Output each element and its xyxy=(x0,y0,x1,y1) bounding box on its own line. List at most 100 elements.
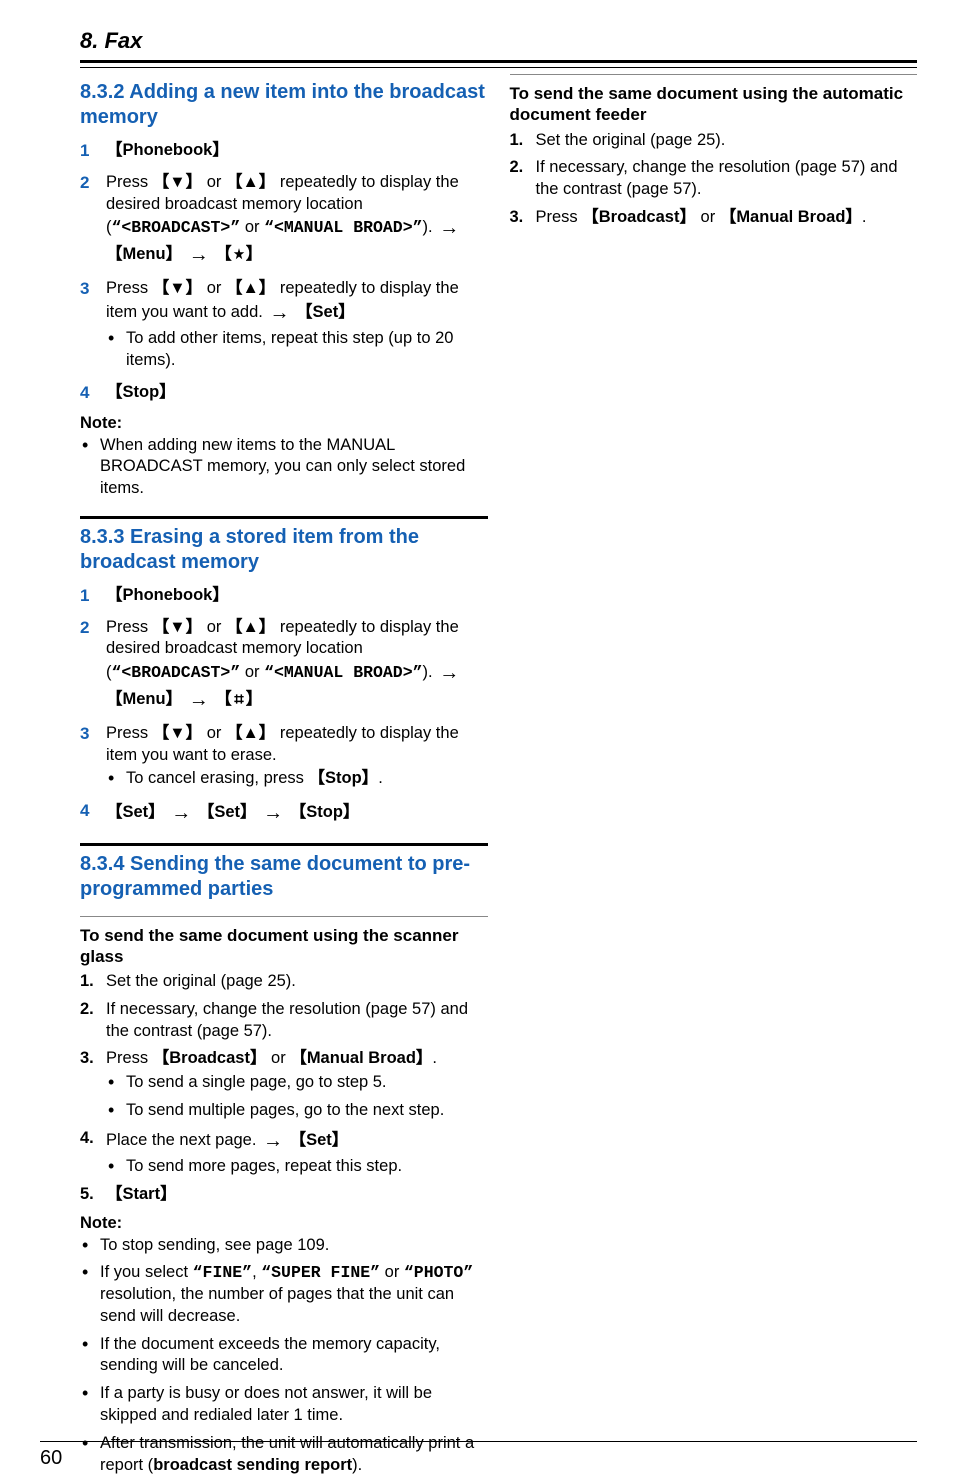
step: 2.If necessary, change the resolution (p… xyxy=(510,157,918,201)
key-hash: 【】 xyxy=(215,690,262,708)
step: 2.If necessary, change the resolution (p… xyxy=(80,999,488,1043)
note-label: Note: xyxy=(80,1214,488,1233)
text: If the document exceeds the memory capac… xyxy=(100,1335,440,1375)
text: or xyxy=(240,663,264,681)
text: Press xyxy=(106,1049,153,1067)
key-set: 【Set】 xyxy=(198,803,257,821)
step-number: 4 xyxy=(80,382,89,404)
text: To stop sending, see page 109. xyxy=(100,1236,329,1254)
text: ). xyxy=(423,218,438,236)
key-broadcast: 【Broadcast】 xyxy=(153,1049,267,1067)
text: To add other items, repeat this step (up… xyxy=(126,329,453,369)
text: If necessary, change the resolution (pag… xyxy=(106,1000,468,1040)
key-broadcast: 【Broadcast】 xyxy=(582,208,696,226)
arrow-icon: → xyxy=(169,802,193,824)
note-list: When adding new items to the MANUAL BROA… xyxy=(80,435,488,500)
step: 3. Press 【Broadcast】 or 【Manual Broad】. … xyxy=(80,1048,488,1121)
section-rule xyxy=(80,516,488,519)
header-rule-thick xyxy=(80,60,917,63)
step: 4 【Set】 → 【Set】 → 【Stop】 xyxy=(80,800,488,826)
subsection-title: To send the same document using the auto… xyxy=(510,83,918,126)
text: Press xyxy=(536,208,583,226)
text: Press xyxy=(106,279,153,297)
note-label: Note: xyxy=(80,414,488,433)
step-number: 1. xyxy=(510,130,524,152)
arrow-icon: → xyxy=(187,244,211,266)
step-number: 3 xyxy=(80,723,89,745)
text: . xyxy=(862,208,867,226)
scanner-steps: 1.Set the original (page 25). 2.If neces… xyxy=(80,971,488,1206)
substeps: To add other items, repeat this step (up… xyxy=(106,328,488,372)
step: 1 【Phonebook】 xyxy=(80,585,488,607)
code: “SUPER FINE” xyxy=(261,1263,380,1282)
step-number: 3 xyxy=(80,278,89,300)
right-column: To send the same document using the auto… xyxy=(510,74,918,1482)
key-up: 【▲】 xyxy=(226,724,275,742)
step: 1.Set the original (page 25). xyxy=(80,971,488,993)
footer-rule xyxy=(40,1441,917,1442)
key-manual-broad: 【Manual Broad】 xyxy=(290,1049,432,1067)
text: Press xyxy=(106,618,153,636)
substeps: To cancel erasing, press 【Stop】. xyxy=(106,768,488,790)
section-834-title: 8.3.4 Sending the same document to pre-p… xyxy=(80,852,488,902)
page-number: 60 xyxy=(40,1447,62,1470)
key-menu: 【Menu】 xyxy=(106,690,182,708)
key-menu: 【Menu】 xyxy=(106,245,182,263)
list-item: If you select “FINE”, “SUPER FINE” or “P… xyxy=(80,1262,488,1327)
key-set: 【Set】 xyxy=(290,1131,349,1149)
step-number: 4 xyxy=(80,800,89,822)
sub-rule xyxy=(510,74,918,75)
step: 3 Press 【▼】 or 【▲】 repeatedly to display… xyxy=(80,723,488,790)
list-item: After transmission, the unit will automa… xyxy=(80,1433,488,1477)
key-stop: 【Stop】 xyxy=(106,383,176,401)
list-item: To add other items, repeat this step (up… xyxy=(106,328,488,372)
key-up: 【▲】 xyxy=(226,279,275,297)
text: or xyxy=(380,1263,404,1281)
text: To send a single page, go to step 5. xyxy=(126,1073,387,1091)
text: ). xyxy=(352,1456,362,1474)
arrow-icon: → xyxy=(267,302,291,324)
text: or xyxy=(202,618,226,636)
key-set: 【Set】 xyxy=(106,803,165,821)
arrow-icon: → xyxy=(261,1130,285,1152)
text: or xyxy=(240,218,264,236)
key-down: 【▼】 xyxy=(153,618,202,636)
text: or xyxy=(202,279,226,297)
code: “<MANUAL BROAD>” xyxy=(264,218,422,237)
list-item: To send multiple pages, go to the next s… xyxy=(106,1100,488,1122)
step: 5.【Start】 xyxy=(80,1184,488,1206)
key-stop: 【Stop】 xyxy=(309,769,379,787)
key-stop: 【Stop】 xyxy=(290,803,360,821)
step-number: 1. xyxy=(80,971,94,993)
code: “<BROADCAST>” xyxy=(112,663,241,682)
chapter-title: 8. Fax xyxy=(80,28,917,54)
text: or xyxy=(202,724,226,742)
step-number: 4. xyxy=(80,1128,94,1150)
substeps: To send more pages, repeat this step. xyxy=(106,1156,488,1178)
section-832-steps: 1 【Phonebook】 2 Press 【▼】 or 【▲】 repeate… xyxy=(80,140,488,404)
code: “<BROADCAST>” xyxy=(112,218,241,237)
bold-text: broadcast sending report xyxy=(153,1456,352,1474)
step-number: 2 xyxy=(80,172,89,194)
step: 1.Set the original (page 25). xyxy=(510,130,918,152)
key-down: 【▼】 xyxy=(153,724,202,742)
section-rule xyxy=(80,843,488,846)
step: 3 Press 【▼】 or 【▲】 repeatedly to display… xyxy=(80,278,488,372)
step-number: 5. xyxy=(80,1184,94,1206)
step: 4. Place the next page. → 【Set】 To send … xyxy=(80,1128,488,1178)
text: ). xyxy=(423,663,438,681)
code: “FINE” xyxy=(193,1263,252,1282)
section-833-steps: 1 【Phonebook】 2 Press 【▼】 or 【▲】 repeate… xyxy=(80,585,488,827)
step: 3. Press 【Broadcast】 or 【Manual Broad】. xyxy=(510,207,918,229)
text: Press xyxy=(106,173,153,191)
text: To send multiple pages, go to the next s… xyxy=(126,1101,444,1119)
text: . xyxy=(432,1049,437,1067)
text: resolution, the number of pages that the… xyxy=(100,1285,454,1325)
section-832-title: 8.3.2 Adding a new item into the broadca… xyxy=(80,80,488,130)
key-down: 【▼】 xyxy=(153,279,202,297)
step-number: 3. xyxy=(510,207,524,229)
key-manual-broad: 【Manual Broad】 xyxy=(720,208,862,226)
step-number: 2. xyxy=(510,157,524,179)
key-phonebook: 【Phonebook】 xyxy=(106,141,229,159)
text: or xyxy=(696,208,720,226)
